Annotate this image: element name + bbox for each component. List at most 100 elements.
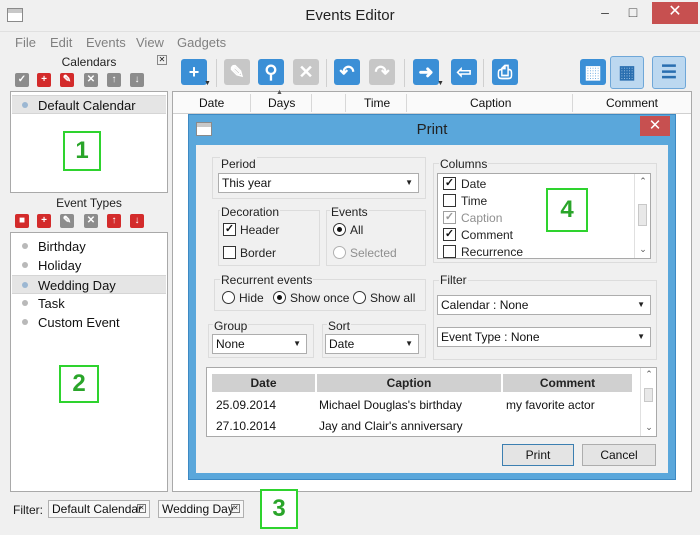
events-selected-radio[interactable] xyxy=(333,246,346,259)
remove-chip-icon[interactable]: ✕ xyxy=(231,504,240,513)
toolbar-separator xyxy=(483,59,484,87)
column-header-days[interactable]: Days xyxy=(268,96,295,110)
recurrent-hide-radio[interactable] xyxy=(222,291,235,304)
column-recurrence-checkbox[interactable] xyxy=(443,245,456,258)
event-type-filter-select[interactable]: Event Type : None ▼ xyxy=(437,327,651,347)
print-button[interactable]: Print xyxy=(502,444,574,466)
events-selected-label: Selected xyxy=(350,246,397,260)
scroll-thumb[interactable] xyxy=(644,388,653,402)
filter-chip-event-type[interactable]: Wedding Day ✕ xyxy=(158,500,244,518)
delete-event-button[interactable]: ✕ xyxy=(293,59,319,85)
print-toolbar-button[interactable]: ⎙ xyxy=(492,59,518,85)
chevron-down-icon: ▼ xyxy=(293,339,301,348)
menu-view[interactable]: View xyxy=(136,35,164,50)
export-icon: ➜ xyxy=(418,62,434,82)
column-comment-checkbox[interactable]: ✓ xyxy=(443,228,456,241)
column-caption-label: Caption xyxy=(461,211,503,225)
column-comment-label: Comment xyxy=(461,228,514,242)
bullet-icon xyxy=(22,243,28,249)
event-type-folder-button[interactable]: ■ xyxy=(15,214,29,228)
column-header-date[interactable]: Date xyxy=(199,96,224,110)
column-caption-checkbox[interactable]: ✓ xyxy=(443,211,456,224)
column-divider xyxy=(345,94,346,112)
dialog-close-button[interactable]: ✕ xyxy=(640,116,670,136)
export-button[interactable]: ➜ xyxy=(413,59,439,85)
menu-events[interactable]: Events xyxy=(86,35,126,50)
calendar-view-button[interactable]: ▦ xyxy=(580,59,606,85)
undo-button[interactable]: ↶ xyxy=(334,59,360,85)
redo-button[interactable]: ↷ xyxy=(369,59,395,85)
recurrent-label: Recurrent events xyxy=(220,273,314,287)
columns-scrollbar[interactable]: ⌃ ⌄ xyxy=(634,174,650,258)
menu-file[interactable]: File xyxy=(15,35,36,50)
search-button[interactable]: ⚲ xyxy=(258,59,284,85)
events-all-label: All xyxy=(350,223,364,237)
calendar-check-button[interactable]: ✓ xyxy=(15,73,29,87)
filter-chip-calendar[interactable]: Default Calendar ✕ xyxy=(48,500,150,518)
scroll-thumb[interactable] xyxy=(638,204,647,226)
close-button[interactable]: ✕ xyxy=(652,2,698,24)
cancel-button[interactable]: Cancel xyxy=(582,444,656,466)
column-recurrence-label: Recurrence xyxy=(461,245,524,259)
event-type-edit-button[interactable]: ✎ xyxy=(60,214,74,228)
sort-select[interactable]: Date ▼ xyxy=(325,334,419,354)
menu-gadgets[interactable]: Gadgets xyxy=(177,35,226,50)
column-header-caption[interactable]: Caption xyxy=(470,96,511,110)
grid-icon: ▦ xyxy=(618,62,636,82)
scroll-up-icon[interactable]: ⌃ xyxy=(642,369,656,380)
list-item[interactable]: Task xyxy=(12,294,166,313)
recurrent-show-once-radio[interactable] xyxy=(273,291,286,304)
period-select[interactable]: This year ▼ xyxy=(218,173,419,193)
scroll-down-icon[interactable]: ⌄ xyxy=(636,244,650,255)
period-label: Period xyxy=(220,157,257,171)
chevron-down-icon: ▼ xyxy=(405,339,413,348)
column-header-time[interactable]: Time xyxy=(364,96,390,110)
border-checkbox[interactable] xyxy=(223,246,236,259)
recurrent-show-all-radio[interactable] xyxy=(353,291,366,304)
export-dropdown-icon[interactable]: ▼ xyxy=(437,80,444,87)
list-item[interactable]: Birthday xyxy=(12,237,166,256)
calendar-item[interactable]: Default Calendar xyxy=(12,95,166,114)
grid-view-button[interactable]: ▦ xyxy=(610,56,644,89)
sort-arrow-icon: ▲ xyxy=(276,89,283,96)
calendar-move-up-button[interactable]: ↑ xyxy=(107,73,121,87)
minimize-button[interactable]: – xyxy=(592,2,618,24)
remove-chip-icon[interactable]: ✕ xyxy=(137,504,146,513)
calendar-move-down-button[interactable]: ↓ xyxy=(130,73,144,87)
preview-scrollbar[interactable]: ⌃ ⌄ xyxy=(640,368,656,436)
edit-event-button[interactable]: ✎ xyxy=(224,59,250,85)
table-cell: 27.10.2014 xyxy=(216,419,277,433)
table-cell: Michael Douglas's birthday xyxy=(319,398,463,412)
callout-label: 3 xyxy=(260,489,298,529)
scroll-down-icon[interactable]: ⌄ xyxy=(642,422,656,433)
calendar-add-button[interactable]: + xyxy=(37,73,51,87)
column-date-checkbox[interactable]: ✓ xyxy=(443,177,456,190)
list-item-selected[interactable]: Wedding Day xyxy=(12,275,166,294)
event-type-delete-button[interactable]: ✕ xyxy=(84,214,98,228)
preview-header-date: Date xyxy=(212,374,315,392)
column-time-label: Time xyxy=(461,194,488,208)
import-button[interactable]: ⇦ xyxy=(451,59,477,85)
list-item[interactable]: Custom Event xyxy=(12,313,166,332)
tree-view-button[interactable]: ☰ xyxy=(652,56,686,89)
header-checkbox[interactable]: ✓ xyxy=(223,223,236,236)
column-header-comment[interactable]: Comment xyxy=(606,96,658,110)
event-type-move-up-button[interactable]: ↑ xyxy=(107,214,121,228)
calendar-delete-button[interactable]: ✕ xyxy=(84,73,98,87)
list-item[interactable]: Holiday xyxy=(12,256,166,275)
calendars-close-icon[interactable]: ✕ xyxy=(157,55,167,65)
event-type-add-button[interactable]: + xyxy=(37,214,51,228)
scroll-up-icon[interactable]: ⌃ xyxy=(636,176,650,187)
calendar-edit-button[interactable]: ✎ xyxy=(60,73,74,87)
calendar-filter-select[interactable]: Calendar : None ▼ xyxy=(437,295,651,315)
event-type-move-down-button[interactable]: ↓ xyxy=(130,214,144,228)
menu-edit[interactable]: Edit xyxy=(50,35,72,50)
dialog-title: Print xyxy=(416,121,448,138)
column-divider xyxy=(311,94,312,112)
toolbar-separator xyxy=(326,59,327,87)
maximize-button[interactable]: □ xyxy=(620,2,646,24)
events-all-radio[interactable] xyxy=(333,223,346,236)
group-select[interactable]: None ▼ xyxy=(212,334,307,354)
add-event-dropdown-icon[interactable]: ▼ xyxy=(204,80,211,87)
column-time-checkbox[interactable] xyxy=(443,194,456,207)
